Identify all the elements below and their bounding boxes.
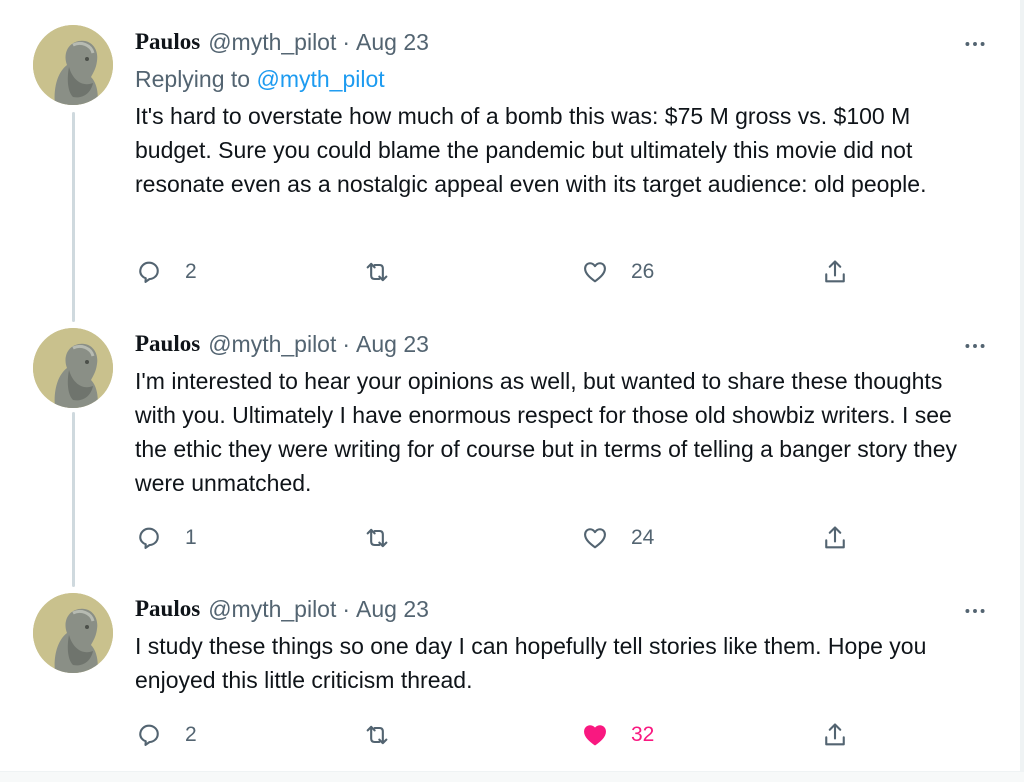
share-button[interactable] bbox=[821, 257, 849, 287]
bottom-divider bbox=[0, 771, 1024, 782]
share-icon bbox=[825, 723, 845, 746]
more-button[interactable] bbox=[960, 29, 990, 59]
author-handle[interactable]: @myth_pilot bbox=[208, 331, 336, 358]
retweet-icon bbox=[366, 725, 388, 745]
tweet-actions: 2 32 bbox=[135, 720, 865, 750]
reply-count: 2 bbox=[185, 723, 197, 746]
timestamp[interactable]: Aug 23 bbox=[356, 331, 429, 358]
retweet-button[interactable] bbox=[363, 523, 391, 553]
like-count: 32 bbox=[631, 723, 655, 746]
share-icon bbox=[825, 526, 845, 549]
reply-icon bbox=[139, 527, 159, 549]
timestamp[interactable]: Aug 23 bbox=[356, 29, 429, 56]
share-button[interactable] bbox=[821, 720, 849, 750]
share-icon bbox=[825, 260, 845, 283]
reply-icon bbox=[139, 724, 159, 746]
tweet-text: I study these things so one day I can ho… bbox=[135, 633, 927, 693]
tweet-actions: 1 24 bbox=[135, 523, 865, 553]
author-name[interactable]: Paulos bbox=[135, 29, 200, 55]
replying-mention[interactable]: @myth_pilot bbox=[256, 66, 384, 92]
retweet-icon bbox=[366, 528, 388, 548]
reply-button[interactable]: 2 bbox=[135, 720, 197, 750]
avatar[interactable] bbox=[33, 25, 113, 105]
page-edge bbox=[1020, 0, 1024, 782]
separator-dot: · bbox=[342, 330, 351, 357]
reply-count: 1 bbox=[185, 526, 197, 549]
separator-dot: · bbox=[342, 595, 351, 622]
tweet-header: Paulos @myth_pilot · Aug 23 bbox=[135, 329, 429, 359]
tweet-header: Paulos @myth_pilot · Aug 23 bbox=[135, 594, 429, 624]
author-name[interactable]: Paulos bbox=[135, 596, 200, 622]
like-icon bbox=[584, 528, 606, 549]
like-icon bbox=[584, 262, 606, 283]
timestamp[interactable]: Aug 23 bbox=[356, 596, 429, 623]
tweet-text: I'm interested to hear your opinions as … bbox=[135, 368, 958, 496]
reply-icon bbox=[139, 261, 159, 283]
reply-count: 2 bbox=[185, 260, 197, 283]
more-icon bbox=[965, 42, 985, 46]
reply-button[interactable]: 1 bbox=[135, 523, 197, 553]
tweet-actions: 2 26 bbox=[135, 257, 865, 287]
tweet-header: Paulos @myth_pilot · Aug 23 bbox=[135, 27, 429, 57]
like-button[interactable]: 24 bbox=[581, 523, 654, 553]
tweet-text: It's hard to overstate how much of a bom… bbox=[135, 103, 927, 197]
more-button[interactable] bbox=[960, 596, 990, 626]
separator-dot: · bbox=[342, 28, 351, 55]
retweet-button[interactable] bbox=[363, 257, 391, 287]
more-icon bbox=[965, 344, 985, 348]
like-count: 26 bbox=[631, 260, 655, 283]
author-handle[interactable]: @myth_pilot bbox=[208, 29, 336, 56]
like-icon bbox=[584, 725, 606, 746]
avatar[interactable] bbox=[33, 328, 113, 408]
replying-to: Replying to @myth_pilot bbox=[135, 66, 385, 93]
share-button[interactable] bbox=[821, 523, 849, 553]
reply-button[interactable]: 2 bbox=[135, 257, 197, 287]
more-icon bbox=[965, 609, 985, 613]
more-button[interactable] bbox=[960, 331, 990, 361]
author-handle[interactable]: @myth_pilot bbox=[208, 596, 336, 623]
replying-label: Replying to bbox=[135, 66, 251, 92]
like-button[interactable]: 26 bbox=[581, 257, 654, 287]
like-button[interactable]: 32 bbox=[581, 720, 654, 750]
author-name[interactable]: Paulos bbox=[135, 331, 200, 357]
like-count: 24 bbox=[631, 526, 655, 549]
avatar[interactable] bbox=[33, 593, 113, 673]
thread-line bbox=[72, 112, 75, 322]
retweet-icon bbox=[366, 262, 388, 282]
retweet-button[interactable] bbox=[363, 720, 391, 750]
thread-line bbox=[72, 412, 75, 587]
